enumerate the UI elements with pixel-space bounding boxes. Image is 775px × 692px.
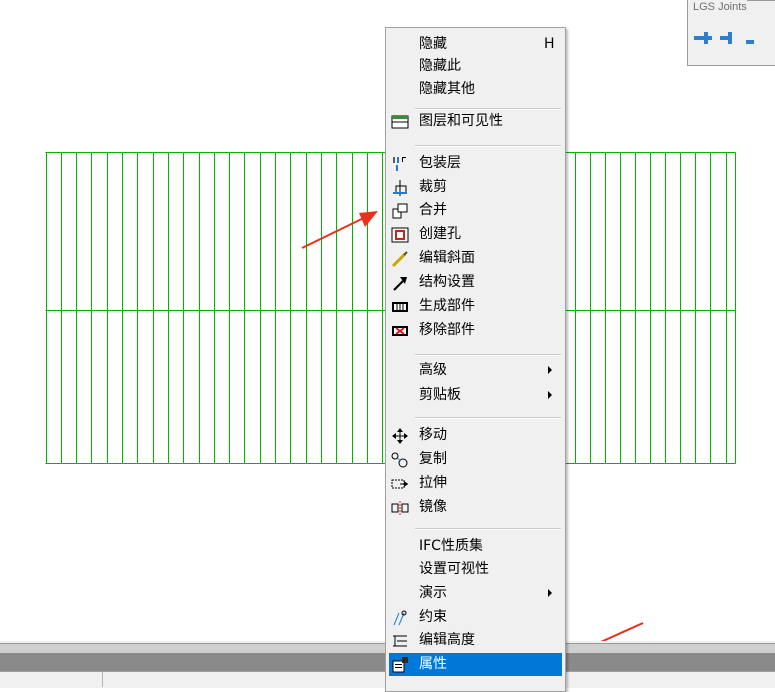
menu-item-label: 拉伸 [419,475,447,491]
menu-item-constraint[interactable]: 约束 [389,606,562,629]
menu-item-mirror[interactable]: 镜像 [389,496,562,519]
height-icon [391,632,409,650]
menu-item-label: 结构设置 [419,274,475,290]
menu-item-label: 裁剪 [419,179,447,195]
menu-item-layers[interactable]: 图层和可见性 [389,110,562,133]
panel-title: LGS Joints [688,0,747,15]
menu-item-edit-height[interactable]: 编辑高度 [389,629,562,652]
joint-toolbar [692,27,766,49]
joint-end-icon [746,40,754,44]
menu-item-edit-slope[interactable]: 编辑斜面 [389,247,562,270]
layers-icon [391,113,409,131]
menu-item-ifc[interactable]: IFC性质集 [389,535,562,558]
menu-item-label: 移除部件 [419,322,475,338]
copy-icon [391,451,409,469]
menu-item-copy[interactable]: 复制 [389,448,562,471]
menu-item-demo[interactable]: 演示 [389,582,562,605]
menu-item-label: 设置可视性 [419,561,489,577]
menu-item-trim[interactable]: 裁剪 [389,176,562,199]
generate-parts-icon [391,298,409,316]
menu-item-label: 高级 [419,362,447,378]
menu-item-label: 编辑高度 [419,632,475,648]
joint-tool-1[interactable] [692,27,714,49]
slope-icon [391,250,409,268]
menu-item-label: 约束 [419,609,447,625]
menu-item-label: 演示 [419,585,447,601]
submenu-arrow-icon [548,589,552,597]
menu-item-label: 复制 [419,451,447,467]
menu-item-visibility[interactable]: 设置可视性 [389,558,562,581]
menu-separator [415,417,561,419]
menu-item-hide-this[interactable]: 隐藏此 [389,55,562,78]
submenu-arrow-icon [548,366,552,374]
menu-separator [415,354,561,356]
menu-item-advanced[interactable]: 高级 [389,359,562,382]
joint-left-icon [694,32,712,44]
properties-icon [391,656,409,674]
annotation-arrowhead [359,211,378,227]
menu-item-gen-parts[interactable]: 生成部件 [389,295,562,318]
cladding-icon [391,155,409,173]
remove-parts-icon [391,322,409,340]
menu-item-label: 属性 [419,656,447,672]
menu-item-structure[interactable]: 结构设置 [389,271,562,294]
trim-icon [391,179,409,197]
stretch-icon [391,475,409,493]
menu-separator [415,528,561,530]
menu-item-hide[interactable]: 隐藏 H [389,33,562,56]
joint-tool-2[interactable] [718,27,740,49]
menu-item-merge[interactable]: 合并 [389,199,562,222]
structure-icon [391,274,409,292]
menu-shortcut: H [544,36,555,52]
move-icon [391,427,409,445]
menu-item-label: 移动 [419,427,447,443]
menu-item-label: 隐藏其他 [419,81,475,97]
mirror-icon [391,499,409,517]
menu-item-label: 图层和可见性 [419,113,503,129]
menu-item-label: 创建孔 [419,226,461,242]
menu-item-hide-others[interactable]: 隐藏其他 [389,78,562,101]
menu-item-label: IFC性质集 [419,538,483,554]
submenu-arrow-icon [548,391,552,399]
menu-separator [415,145,561,147]
menu-item-properties[interactable]: 属性 [389,653,562,676]
status-divider [102,672,103,687]
hole-icon [391,226,409,244]
context-menu: 隐藏 H 隐藏此隐藏其他图层和可见性 包装层裁剪合并创建孔编辑斜面结构设置生成部件移除… [385,27,566,692]
menu-item-remove-parts[interactable]: 移除部件 [389,319,562,342]
menu-item-stretch[interactable]: 拉伸 [389,472,562,495]
constraint-icon [391,609,409,627]
menu-item-label: 合并 [419,202,447,218]
menu-item-create-hole[interactable]: 创建孔 [389,223,562,246]
menu-item-move[interactable]: 移动 [389,424,562,447]
menu-item-cladding[interactable]: 包装层 [389,152,562,175]
menu-item-label: 剪贴板 [419,387,461,403]
menu-item-label: 生成部件 [419,298,475,314]
lgs-joints-panel: LGS Joints [687,0,775,66]
menu-item-label: 隐藏此 [419,58,461,74]
menu-item-clipboard[interactable]: 剪贴板 [389,384,562,407]
joint-tool-3[interactable] [744,27,766,49]
menu-item-label: 包装层 [419,155,461,171]
menu-item-label: 隐藏 [419,36,447,52]
menu-item-label: 镜像 [419,499,447,515]
joint-tee-icon [720,32,732,44]
menu-item-label: 编辑斜面 [419,250,475,266]
merge-icon [391,202,409,220]
